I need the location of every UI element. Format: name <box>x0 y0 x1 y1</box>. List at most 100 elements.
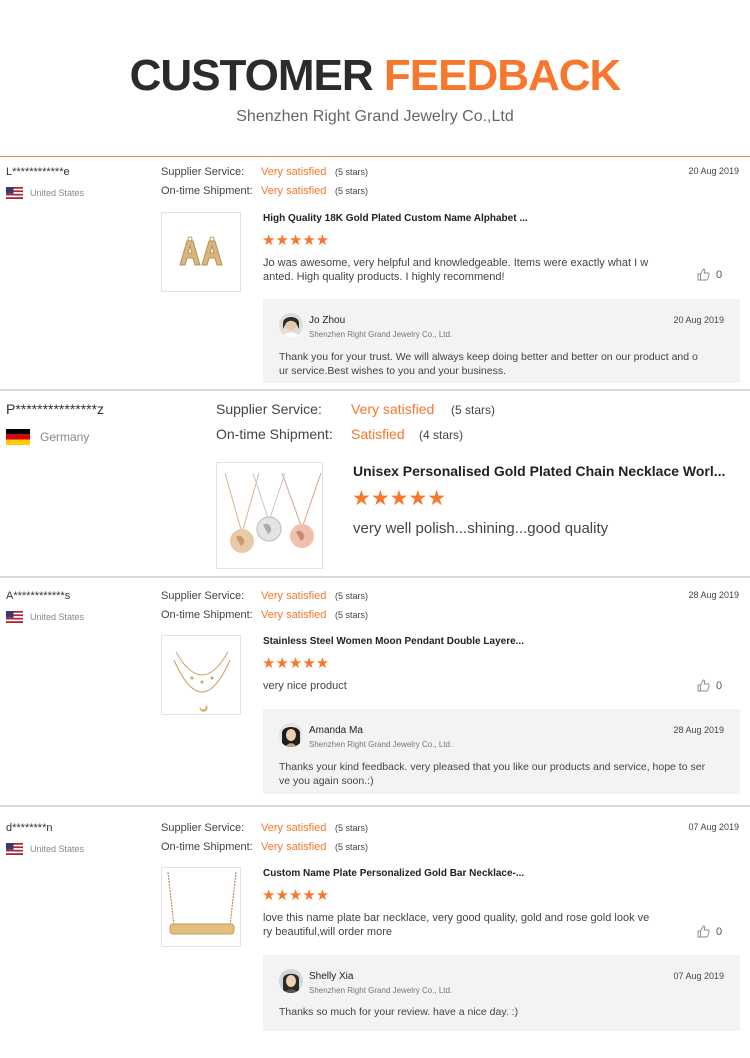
reply-line: Thanks your kind feedback. very pleased … <box>279 761 706 773</box>
ontime-shipment-stars: (5 stars) <box>335 186 369 196</box>
ontime-shipment-stars: (4 stars) <box>419 428 464 442</box>
comment-line: very nice product <box>263 680 347 692</box>
reply-author: Jo Zhou <box>309 315 346 326</box>
ontime-shipment-row: On-time Shipment: Very satisfied (5 star… <box>161 609 368 621</box>
us-flag-icon <box>6 611 23 623</box>
like-count: 0 <box>716 268 723 281</box>
reply-text: Thank you for your trust. We will always… <box>279 350 739 378</box>
world-map-necklaces-image <box>224 472 322 553</box>
avatar <box>279 723 303 747</box>
ontime-shipment-value: Very satisfied <box>261 185 327 197</box>
product-title-link[interactable]: Custom Name Plate Personalized Gold Bar … <box>263 868 524 879</box>
country-label: United States <box>30 188 85 198</box>
supplier-service-label: Supplier Service: <box>161 590 245 602</box>
like-button[interactable]: 0 <box>697 679 722 692</box>
buyer-name: d********n <box>6 822 53 834</box>
ontime-shipment-stars: (5 stars) <box>335 842 369 852</box>
supplier-service-stars: (5 stars) <box>335 167 369 177</box>
ontime-shipment-row: On-time Shipment: Satisfied (4 stars) <box>216 426 463 442</box>
ontime-shipment-label: On-time Shipment: <box>161 841 253 853</box>
comment-line: very well polish...shining...good qualit… <box>353 520 609 537</box>
buyer-country: Germany <box>6 429 89 445</box>
title-accent: FEEDBACK <box>383 51 621 100</box>
page-title: CUSTOMER FEEDBACK <box>0 52 750 100</box>
supplier-service-value: Very satisfied <box>261 822 327 834</box>
supplier-service-row: Supplier Service: Very satisfied (5 star… <box>216 401 495 417</box>
thumbs-up-icon <box>697 679 710 692</box>
supplier-service-value: Very satisfied <box>261 166 327 178</box>
reply-line: Thanks so much for your review. have a n… <box>279 1006 519 1018</box>
ontime-shipment-value: Very satisfied <box>261 841 327 853</box>
supplier-service-stars: (5 stars) <box>335 823 369 833</box>
reply-line: ur service.Best wishes to you and your b… <box>279 365 507 377</box>
reply-date: 20 Aug 2019 <box>673 315 724 325</box>
ontime-shipment-row: On-time Shipment: Very satisfied (5 star… <box>161 841 368 853</box>
reply-company: Shenzhen Right Grand Jewelry Co., Ltd. <box>309 986 453 995</box>
ontime-shipment-value: Very satisfied <box>261 609 327 621</box>
reply-company: Shenzhen Right Grand Jewelry Co., Ltd. <box>309 330 453 339</box>
supplier-service-label: Supplier Service: <box>161 822 245 834</box>
supplier-service-label: Supplier Service: <box>161 166 245 178</box>
supplier-service-stars: (5 stars) <box>451 403 496 417</box>
buyer-name: A************s <box>6 590 71 602</box>
comment-line: Jo was awesome, very helpful and knowled… <box>263 257 649 269</box>
review-comment: Jo was awesome, very helpful and knowled… <box>263 256 648 284</box>
product-thumbnail[interactable] <box>161 635 241 715</box>
supplier-service-row: Supplier Service: Very satisfied (5 star… <box>161 822 368 834</box>
title-dark: CUSTOMER <box>129 51 374 100</box>
review-date: 28 Aug 2019 <box>688 590 739 600</box>
comment-line: anted. High quality products. I highly r… <box>263 271 505 283</box>
product-thumbnail[interactable] <box>216 462 323 569</box>
reply-author: Shelly Xia <box>309 971 354 982</box>
like-button[interactable]: 0 <box>697 925 722 938</box>
buyer-country: United States <box>6 187 84 199</box>
ontime-shipment-label: On-time Shipment: <box>161 609 253 621</box>
product-title-link[interactable]: Unisex Personalised Gold Plated Chain Ne… <box>353 463 725 479</box>
review-comment: love this name plate bar necklace, very … <box>263 911 649 939</box>
reply-date: 07 Aug 2019 <box>673 971 724 981</box>
review-date: 07 Aug 2019 <box>688 822 739 832</box>
product-title-link[interactable]: High Quality 18K Gold Plated Custom Name… <box>263 213 528 224</box>
rating-stars: ★★★★★ <box>262 232 330 249</box>
ontime-shipment-stars: (5 stars) <box>335 610 369 620</box>
moon-pendant-necklace-image <box>173 651 231 712</box>
supplier-reply: Shelly Xia Shenzhen Right Grand Jewelry … <box>263 955 740 1031</box>
country-label: United States <box>30 612 85 622</box>
avatar <box>279 969 303 993</box>
supplier-service-row: Supplier Service: Very satisfied (5 star… <box>161 166 368 178</box>
product-title-link[interactable]: Stainless Steel Women Moon Pendant Doubl… <box>263 636 524 647</box>
supplier-service-row: Supplier Service: Very satisfied (5 star… <box>161 590 368 602</box>
buyer-country: United States <box>6 843 84 855</box>
review-separator <box>0 805 750 807</box>
review-separator <box>0 576 750 578</box>
ontime-shipment-label: On-time Shipment: <box>216 426 333 442</box>
us-flag-icon <box>6 187 23 199</box>
product-thumbnail[interactable] <box>161 867 241 947</box>
reply-line: Thank you for your trust. We will always… <box>279 351 698 363</box>
country-label: United States <box>30 844 85 854</box>
us-flag-icon <box>6 843 23 855</box>
buyer-name: L************e <box>6 166 70 178</box>
ontime-shipment-label: On-time Shipment: <box>161 185 253 197</box>
header-divider <box>0 156 750 157</box>
ontime-shipment-value: Satisfied <box>351 426 405 442</box>
supplier-service-label: Supplier Service: <box>216 401 322 417</box>
like-count: 0 <box>716 925 723 938</box>
reply-line: ve you again soon.:) <box>279 775 374 787</box>
buyer-country: United States <box>6 611 84 623</box>
country-label: Germany <box>40 430 90 444</box>
like-button[interactable]: 0 <box>697 268 722 281</box>
reply-text: Thanks your kind feedback. very pleased … <box>279 760 739 788</box>
comment-line: love this name plate bar necklace, very … <box>263 912 650 924</box>
rating-stars: ★★★★★ <box>262 655 330 672</box>
thumbs-up-icon <box>697 268 710 281</box>
supplier-service-value: Very satisfied <box>351 401 435 417</box>
comment-line: ry beautiful,will order more <box>263 926 392 938</box>
review-comment: very well polish...shining...good qualit… <box>353 520 608 538</box>
product-thumbnail[interactable] <box>161 212 241 292</box>
ontime-shipment-row: On-time Shipment: Very satisfied (5 star… <box>161 185 368 197</box>
de-flag-icon <box>6 429 30 445</box>
supplier-service-stars: (5 stars) <box>335 591 369 601</box>
reply-company: Shenzhen Right Grand Jewelry Co., Ltd. <box>309 740 453 749</box>
buyer-name: P***************z <box>6 401 105 417</box>
